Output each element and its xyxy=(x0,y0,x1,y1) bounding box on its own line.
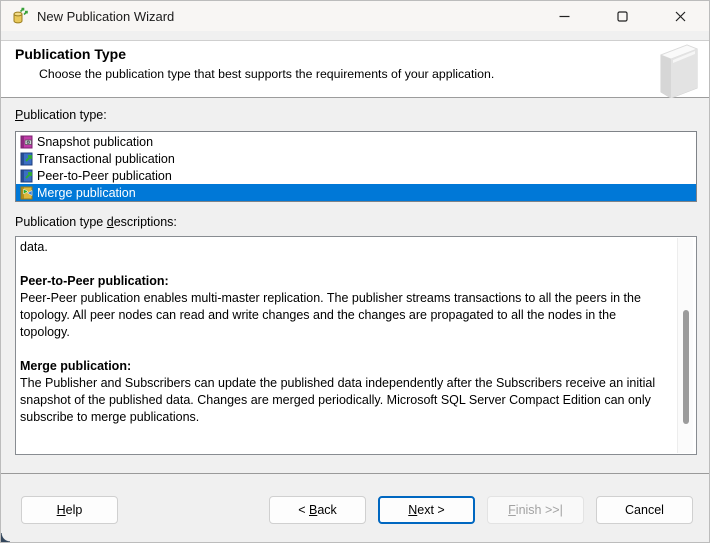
database-publish-icon xyxy=(11,7,29,25)
scrollbar[interactable] xyxy=(677,238,693,453)
list-item-label: Merge publication xyxy=(37,186,136,200)
list-item-peer-to-peer[interactable]: Peer-to-Peer publication xyxy=(16,167,696,184)
help-button[interactable]: Help xyxy=(21,496,118,524)
snapshot-publication-icon xyxy=(18,135,34,149)
maximize-icon[interactable] xyxy=(593,1,651,31)
cancel-button[interactable]: Cancel xyxy=(596,496,693,524)
scrollbar-thumb[interactable] xyxy=(683,310,689,424)
description-text: The Publisher and Subscribers can update… xyxy=(20,375,666,426)
window-corner xyxy=(0,533,10,543)
next-button[interactable]: Next > xyxy=(378,496,475,524)
window-title: New Publication Wizard xyxy=(37,9,174,24)
transactional-publication-icon xyxy=(18,152,34,166)
description-content: data. Peer-to-Peer publication: Peer-Pee… xyxy=(16,237,674,454)
description-heading: Peer-to-Peer publication: xyxy=(20,273,666,290)
description-box[interactable]: data. Peer-to-Peer publication: Peer-Pee… xyxy=(15,236,697,455)
new-publication-wizard-dialog: New Publication Wizard Publication Type … xyxy=(0,0,710,543)
list-item-merge[interactable]: Merge publication xyxy=(16,184,696,201)
minimize-icon[interactable] xyxy=(535,1,593,31)
description-heading: Merge publication: xyxy=(20,358,666,375)
list-item-label: Snapshot publication xyxy=(37,135,153,149)
peer-to-peer-publication-icon xyxy=(18,169,34,183)
descriptions-label: Publication type descriptions: xyxy=(15,215,177,229)
list-item-label: Peer-to-Peer publication xyxy=(37,169,172,183)
list-item-label: Transactional publication xyxy=(37,152,175,166)
wizard-header: Publication Type Choose the publication … xyxy=(1,40,709,98)
list-item-snapshot[interactable]: Snapshot publication xyxy=(16,133,696,150)
publication-type-listbox[interactable]: Snapshot publication Transactional publi… xyxy=(15,131,697,202)
list-item-transactional[interactable]: Transactional publication xyxy=(16,150,696,167)
back-button[interactable]: < Back xyxy=(269,496,366,524)
description-text: Peer-Peer publication enables multi-mast… xyxy=(20,290,666,341)
merge-publication-icon xyxy=(18,186,34,200)
book-3d-graphic xyxy=(653,40,710,98)
close-icon[interactable] xyxy=(651,1,709,31)
page-title: Publication Type xyxy=(15,46,126,62)
publication-type-label: Publication type: xyxy=(15,108,107,122)
finish-button: Finish >>| xyxy=(487,496,584,524)
titlebar[interactable]: New Publication Wizard xyxy=(1,1,709,31)
page-subtitle: Choose the publication type that best su… xyxy=(39,67,494,81)
description-text: data. xyxy=(20,239,666,256)
separator-line xyxy=(1,473,709,474)
